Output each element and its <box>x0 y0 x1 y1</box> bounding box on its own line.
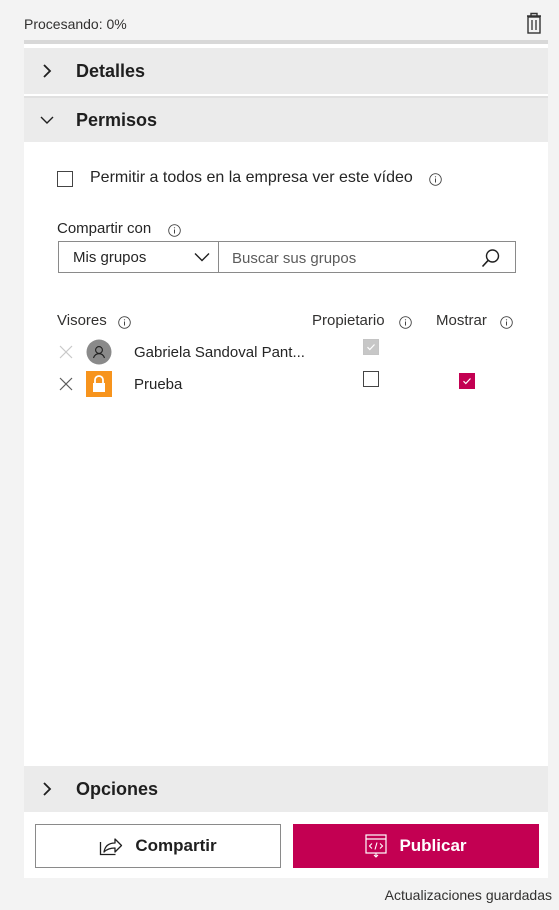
saved-status: Actualizaciones guardadas <box>384 887 552 903</box>
group-search-box[interactable] <box>218 241 516 273</box>
processing-status: Procesando: 0% <box>24 16 127 32</box>
section-details-title: Detalles <box>76 60 146 81</box>
section-options-title: Opciones <box>76 778 159 799</box>
viewers-column-header: Visores <box>57 312 107 329</box>
viewer-name: Prueba <box>134 376 183 393</box>
section-details-header[interactable]: Detalles <box>24 48 548 94</box>
video-settings-panel: Detalles Permisos Permitir a todos en la… <box>24 40 548 878</box>
info-icon[interactable] <box>399 316 412 329</box>
show-column-header: Mostrar <box>436 312 487 329</box>
group-select-value: Mis grupos <box>73 249 147 266</box>
section-permissions-header[interactable]: Permisos <box>24 96 548 142</box>
trash-icon[interactable] <box>524 11 544 35</box>
owner-column-header: Propietario <box>312 312 385 329</box>
info-icon[interactable] <box>118 316 131 329</box>
chevron-right-icon <box>43 782 52 796</box>
checkmark-icon <box>367 344 375 351</box>
allow-all-checkbox[interactable] <box>57 171 73 187</box>
owner-checkbox <box>363 339 379 355</box>
publish-embed-icon <box>365 834 388 858</box>
checkmark-icon <box>463 378 471 385</box>
lock-group-icon <box>86 371 112 397</box>
viewer-name: Gabriela Sandoval Pant... <box>134 344 305 361</box>
info-icon[interactable] <box>500 316 513 329</box>
allow-all-label: Permitir a todos en la empresa ver este … <box>90 169 413 186</box>
share-arrow-icon <box>100 838 123 856</box>
close-icon[interactable] <box>59 345 73 359</box>
info-icon[interactable] <box>429 173 442 186</box>
person-avatar-icon <box>86 339 112 365</box>
publish-button[interactable]: Publicar <box>293 824 539 868</box>
section-options-header[interactable]: Opciones <box>24 766 548 812</box>
chevron-down-icon <box>40 116 54 124</box>
share-with-label: Compartir con <box>57 220 152 237</box>
search-icon[interactable] <box>481 248 501 268</box>
chevron-right-icon <box>43 64 52 78</box>
owner-checkbox[interactable] <box>363 371 379 387</box>
info-icon[interactable] <box>168 224 181 237</box>
close-icon[interactable] <box>59 377 73 391</box>
share-button[interactable]: Compartir <box>35 824 281 868</box>
share-button-label: Compartir <box>135 836 217 855</box>
group-search-input[interactable] <box>232 248 472 268</box>
chevron-down-icon <box>194 253 210 262</box>
group-select-dropdown[interactable]: Mis grupos <box>58 241 219 273</box>
show-checkbox[interactable] <box>459 373 475 389</box>
publish-button-label: Publicar <box>399 836 467 855</box>
top-bar: Procesando: 0% <box>0 0 559 40</box>
section-permissions-title: Permisos <box>76 109 158 130</box>
